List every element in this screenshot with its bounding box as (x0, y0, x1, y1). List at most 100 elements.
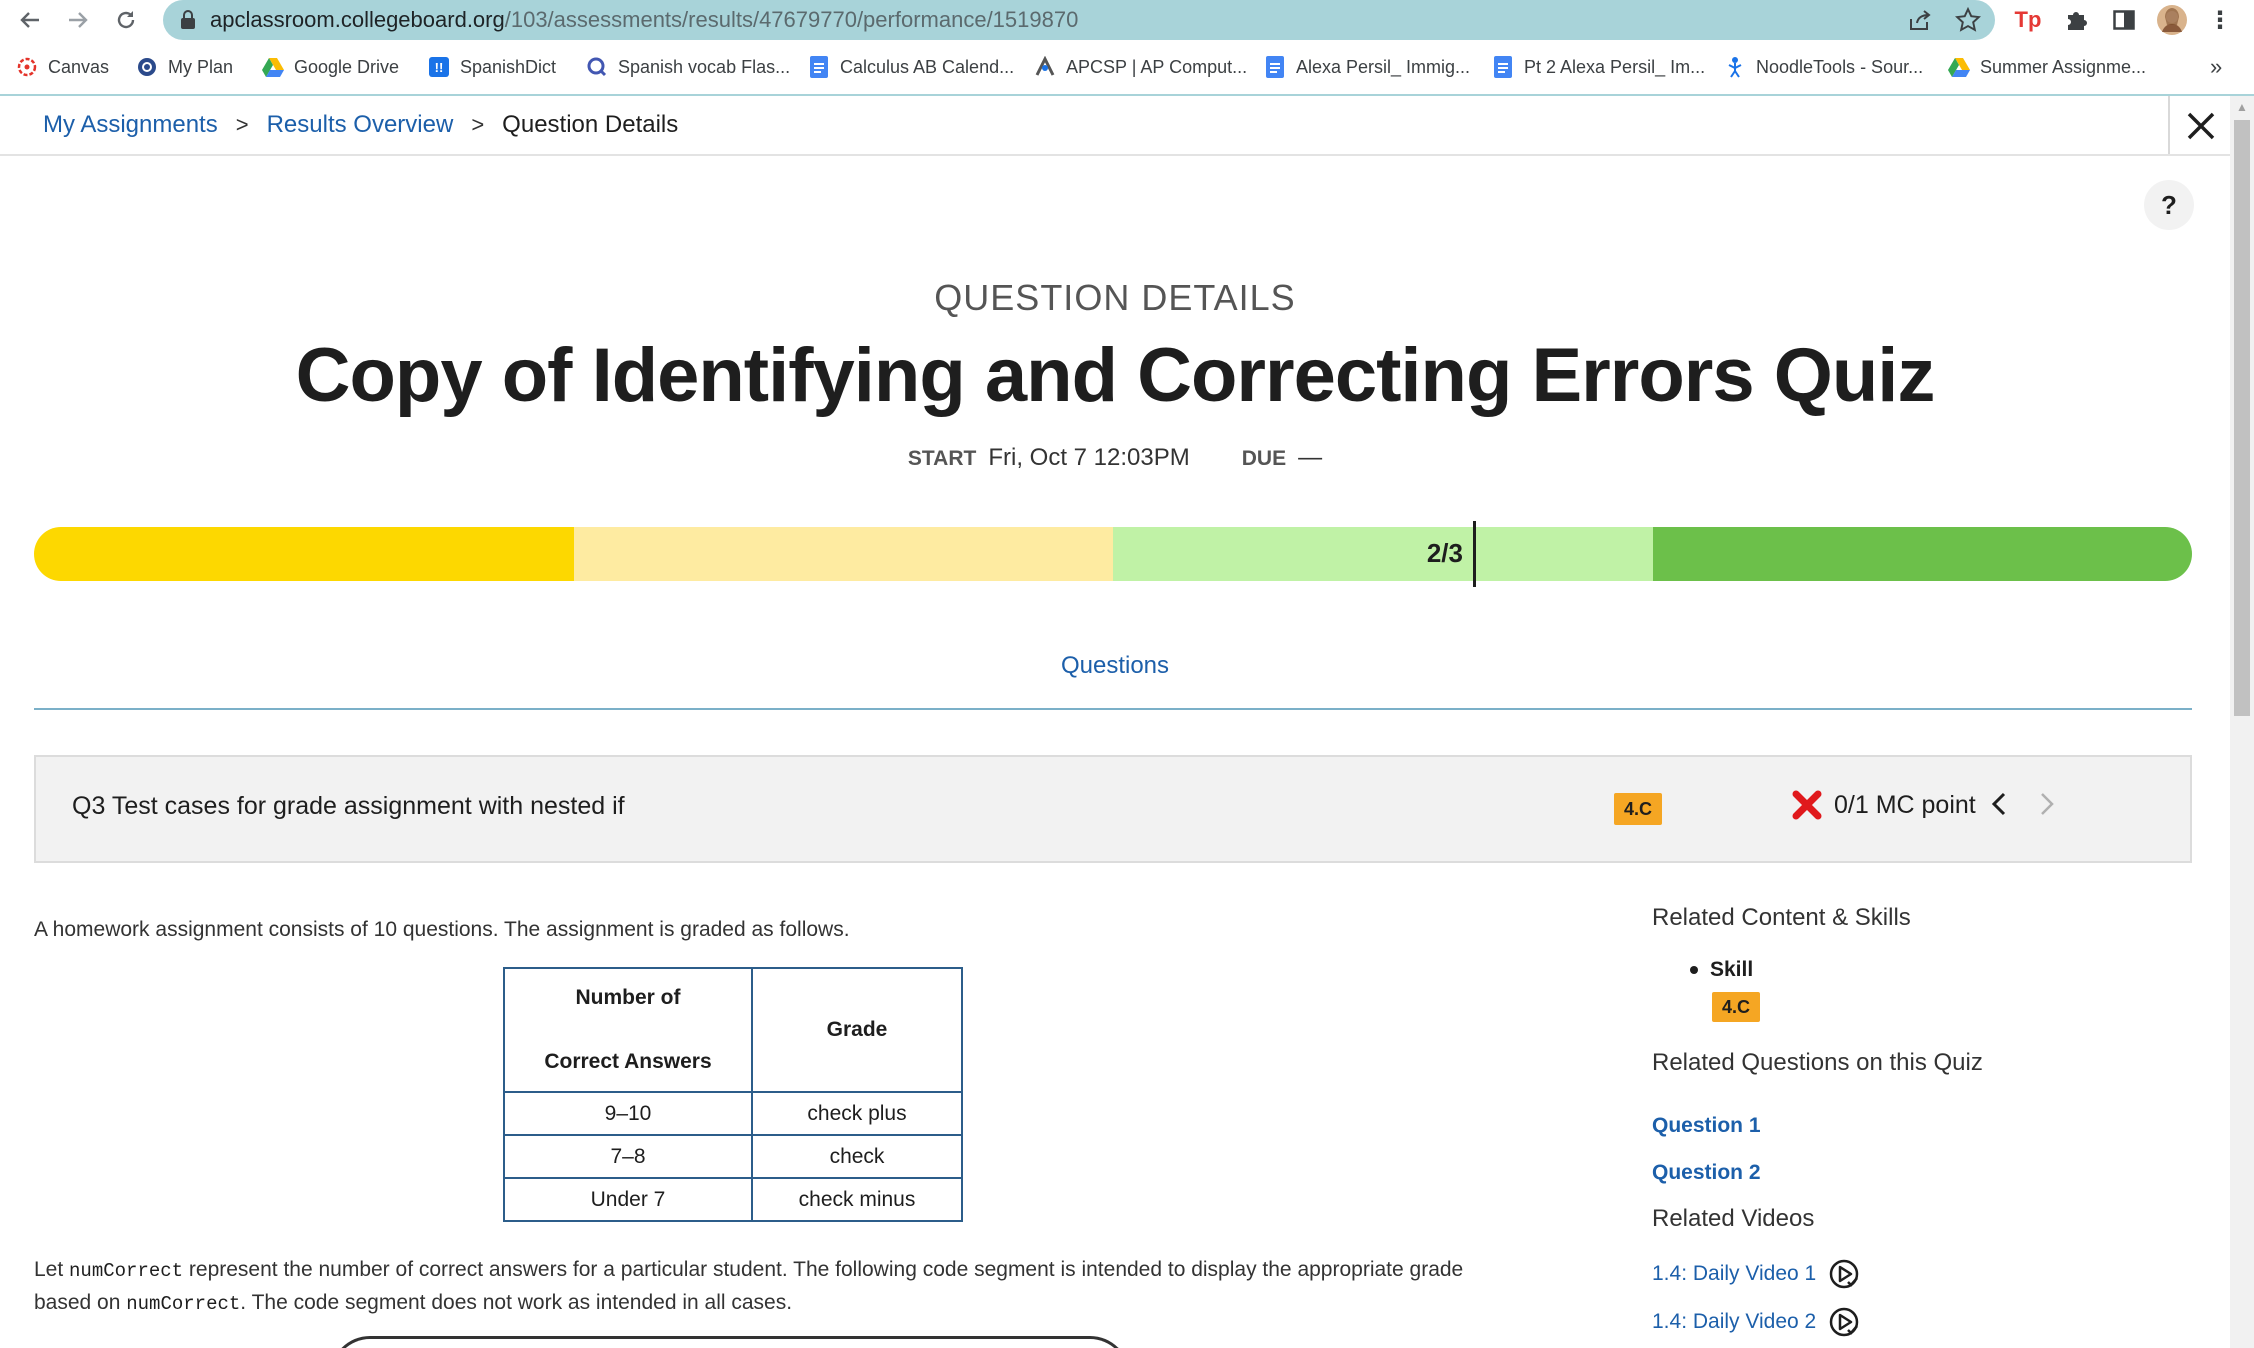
bookmark-my-plan[interactable]: My Plan (136, 50, 233, 84)
progress-segment-4 (1652, 527, 2192, 581)
bookmark-google-drive[interactable]: Google Drive (262, 50, 399, 84)
table-cell: 9–10 (503, 1091, 753, 1136)
video-label: 1.4: Daily Video 1 (1652, 1262, 1817, 1285)
url-path: /103/assessments/results/47679770/perfor… (504, 7, 1079, 32)
google-docs-icon (1492, 56, 1514, 78)
play-video-icon (1829, 1307, 1859, 1337)
plan-icon (136, 56, 158, 78)
table-cell: Under 7 (503, 1177, 753, 1222)
table-cell: check (751, 1134, 963, 1179)
lock-icon (181, 10, 195, 29)
breadcrumb-my-assignments[interactable]: My Assignments (43, 111, 218, 139)
bookmark-label: APCSP | AP Comput... (1066, 56, 1248, 77)
bookmark-alexa-immig[interactable]: Alexa Persil_ Immig... (1264, 50, 1470, 84)
reload-button[interactable] (108, 2, 144, 38)
profile-avatar[interactable] (2154, 2, 2190, 38)
bookmark-label: Canvas (48, 56, 110, 77)
breadcrumb: My Assignments > Results Overview > Ques… (43, 108, 678, 142)
table-row: 7–8 check (503, 1134, 963, 1179)
bookmarks-bar: Canvas My Plan Google Drive !! SpanishDi… (0, 50, 2254, 84)
video-label: 1.4: Daily Video 2 (1652, 1310, 1817, 1333)
related-questions-heading: Related Questions on this Quiz (1652, 1049, 1983, 1076)
question-prompt: A homework assignment consists of 10 que… (34, 918, 850, 941)
next-question-button[interactable] (2038, 790, 2056, 825)
menu-kebab-icon[interactable]: ⋮ (2202, 2, 2238, 38)
bookmark-label: NoodleTools - Sour... (1756, 56, 1924, 77)
score-progress-bar (34, 527, 2192, 581)
chrome-divider (0, 94, 2254, 96)
table-header-cell: Grade (751, 967, 963, 1093)
bookmark-label: My Plan (168, 56, 234, 77)
bookmark-star-icon[interactable] (1952, 4, 1984, 36)
bookmark-label: Pt 2 Alexa Persil_ Im... (1524, 56, 1706, 77)
header-line-2: Correct Answers (544, 1050, 712, 1073)
skill-label: Skill (1710, 958, 1754, 981)
header-line-1: Number of (575, 986, 681, 1009)
bookmark-label: Summer Assignme... (1980, 56, 2147, 77)
tab-questions[interactable]: Questions (0, 652, 2230, 680)
more-bookmarks-label: » (2210, 54, 2223, 79)
close-icon (2187, 112, 2215, 140)
tab-underline (34, 708, 2192, 710)
bookmark-label: Alexa Persil_ Immig... (1296, 56, 1471, 77)
extensions-puzzle-icon[interactable] (2058, 2, 2094, 38)
related-question-2-link[interactable]: Question 2 (1652, 1161, 1761, 1185)
related-video-2-link[interactable]: 1.4: Daily Video 2 (1652, 1306, 1860, 1338)
side-panel-icon[interactable] (2106, 2, 2142, 38)
text-fragment: Let (34, 1258, 70, 1281)
bookmark-spanish-vocab[interactable]: Spanish vocab Flas... (586, 50, 790, 84)
related-video-1-link[interactable]: 1.4: Daily Video 1 (1652, 1258, 1860, 1290)
question-score: 0/1 MC point (1792, 790, 1976, 820)
share-icon[interactable] (1904, 4, 1936, 36)
google-docs-icon (1264, 56, 1286, 78)
breadcrumb-separator: > (471, 112, 485, 137)
related-content-heading: Related Content & Skills (1652, 904, 1911, 931)
table-cell: check minus (751, 1177, 963, 1222)
bookmark-spanishdict[interactable]: !! SpanishDict (428, 50, 556, 84)
code-variable: numCorrect (69, 1260, 184, 1282)
bookmark-pt2-alexa[interactable]: Pt 2 Alexa Persil_ Im... (1492, 50, 1705, 84)
url-text[interactable]: apclassroom.collegeboard.org/103/assessm… (210, 6, 1078, 34)
bookmark-canvas[interactable]: Canvas (16, 50, 109, 84)
breadcrumb-separator: > (235, 112, 249, 137)
google-docs-icon (808, 56, 830, 78)
progress-segment-2 (573, 527, 1113, 581)
table-row: 9–10 check plus (503, 1091, 963, 1136)
google-drive-icon (1948, 56, 1970, 78)
google-drive-icon (262, 56, 284, 78)
code-block (330, 1336, 1130, 1348)
back-button[interactable] (12, 2, 48, 38)
more-bookmarks-button[interactable]: » (2210, 50, 2222, 84)
close-button[interactable] (2168, 96, 2232, 156)
prev-question-button[interactable] (1990, 790, 2008, 825)
score-text: 0/1 MC point (1834, 790, 1976, 819)
code-variable: numCorrect (126, 1293, 241, 1315)
bookmark-summer-assignment[interactable]: Summer Assignme... (1948, 50, 2146, 84)
page-title: Copy of Identifying and Correcting Error… (295, 333, 1936, 418)
scrollbar-thumb[interactable] (2234, 120, 2250, 716)
help-button[interactable]: ? (2144, 180, 2194, 230)
related-question-1-link[interactable]: Question 1 (1652, 1114, 1761, 1138)
back-arrow-icon (20, 12, 39, 28)
bookmark-apcsp[interactable]: APCSP | AP Comput... (1034, 50, 1247, 84)
play-video-icon (1829, 1259, 1859, 1289)
scroll-up-arrow-icon[interactable]: ▲ (2236, 100, 2248, 114)
bookmark-calculus[interactable]: Calculus AB Calend... (808, 50, 1014, 84)
table-header-cell: Number of Correct Answers (503, 967, 753, 1093)
score-marker (1473, 521, 1476, 587)
bookmark-noodletools[interactable]: NoodleTools - Sour... (1724, 50, 1923, 84)
skill-badge: 4.C (1614, 793, 1663, 825)
sidebar-skill-badge: 4.C (1712, 992, 1761, 1022)
question-description: Let numCorrect represent the number of c… (34, 1254, 1474, 1320)
url-host: apclassroom.collegeboard.org (210, 7, 505, 32)
extension-tp-icon[interactable]: Tp (2010, 2, 2046, 38)
forward-button[interactable] (60, 2, 96, 38)
apcsp-icon (1034, 56, 1056, 78)
progress-segment-1 (34, 527, 574, 581)
due-value: — (1298, 444, 1323, 471)
breadcrumb-results-overview[interactable]: Results Overview (267, 111, 454, 139)
bookmark-label: Calculus AB Calend... (840, 56, 1015, 77)
breadcrumb-current: Question Details (502, 111, 679, 138)
header-divider (0, 154, 2230, 156)
forward-arrow-icon (69, 12, 88, 28)
